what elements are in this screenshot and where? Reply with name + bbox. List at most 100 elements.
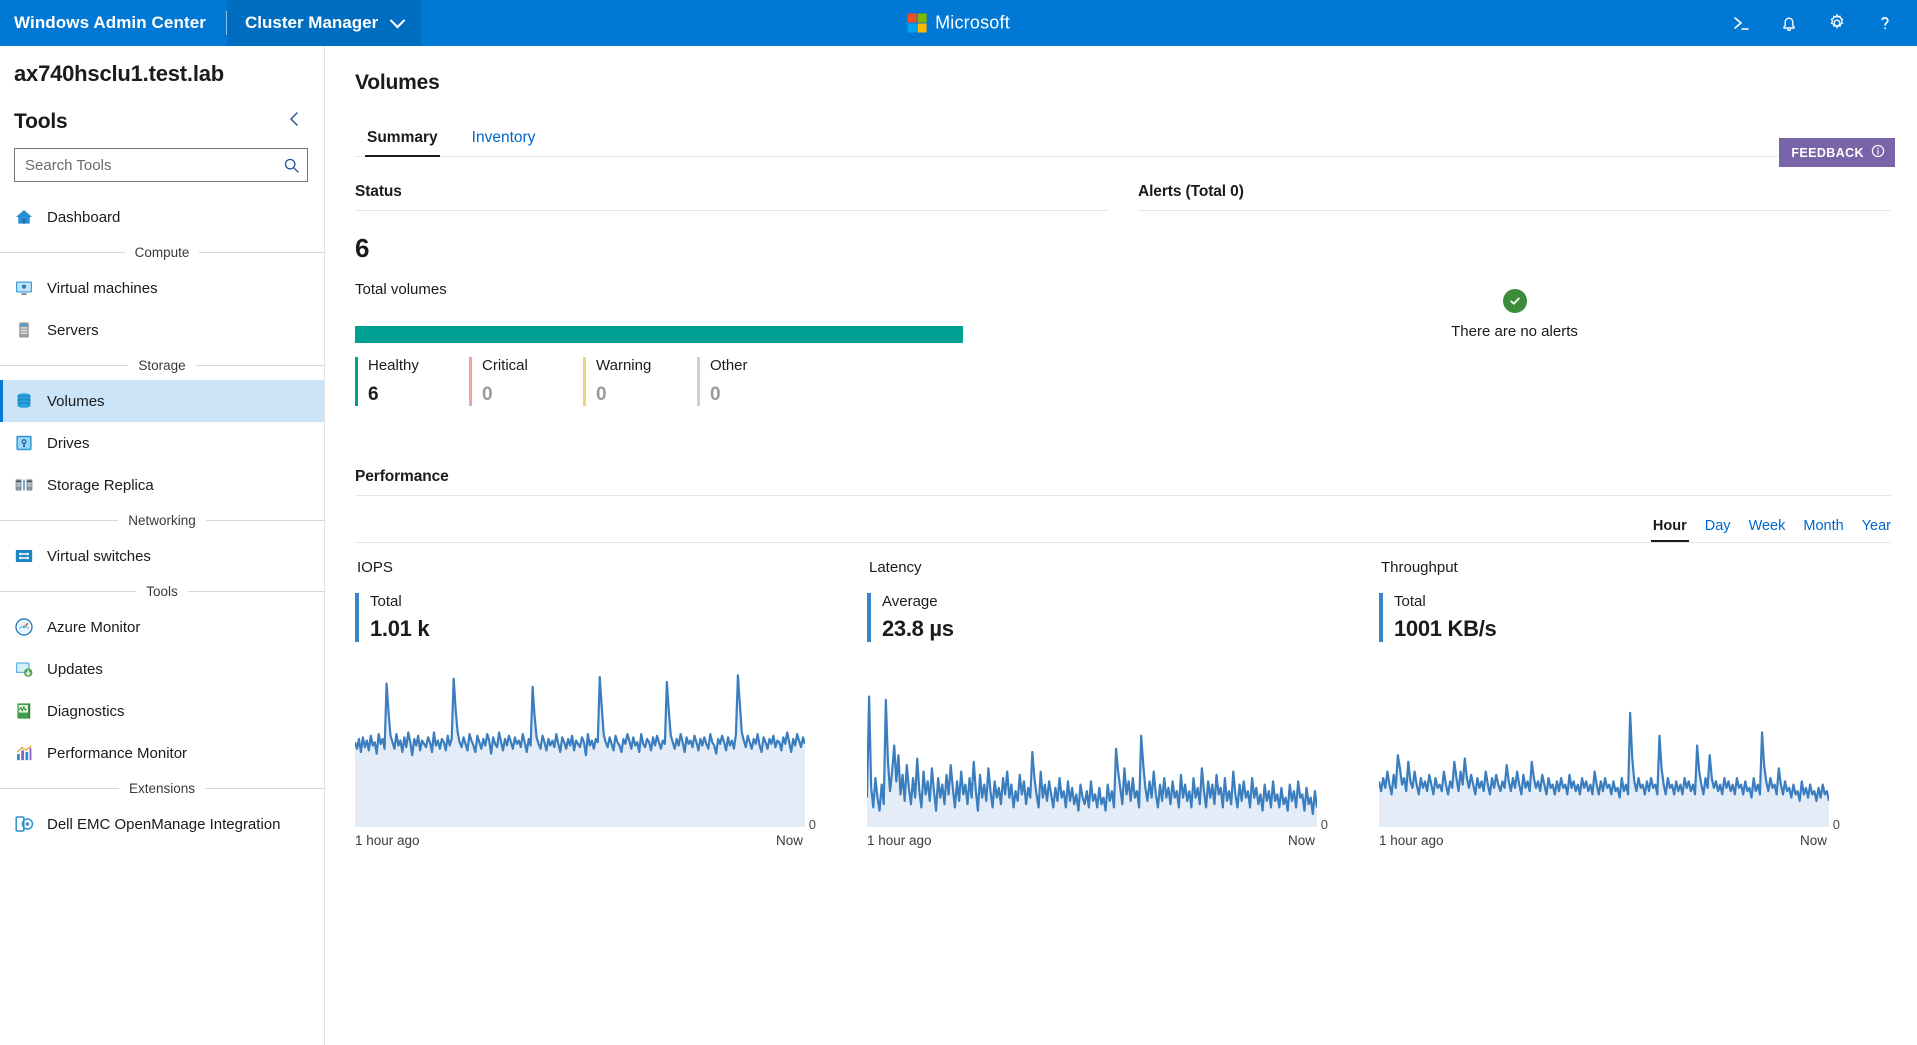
feedback-button[interactable]: FEEDBACK: [1779, 138, 1895, 167]
kpi-accent-bar: [1379, 593, 1383, 642]
status-legend-label: Other: [710, 357, 748, 374]
alerts-panel: Alerts (Total 0) There are no alerts: [1138, 157, 1891, 406]
tab-summary[interactable]: Summary: [357, 125, 448, 157]
nav-group-networking: Networking: [0, 506, 324, 535]
performance-section: Performance Hour Day Week Month Year IOPS Tot…: [325, 468, 1917, 848]
search-icon[interactable]: [275, 157, 307, 174]
nav-item-wrap: Storage Replica: [0, 464, 324, 506]
sidebar-item-azure-monitor[interactable]: Azure Monitor: [0, 606, 324, 648]
health-distribution-bar: [355, 326, 963, 343]
sidebar-item-label: Servers: [47, 321, 99, 339]
green-check-circle-icon: [1502, 289, 1527, 313]
top-app-bar: Windows Admin Center Cluster Manager Mic…: [0, 0, 1917, 46]
sidebar-item-drives[interactable]: Drives: [0, 422, 324, 464]
nav-item-wrap: Dell EMC OpenManage Integration: [0, 803, 324, 845]
divider: [187, 591, 324, 592]
time-range-hour[interactable]: Hour: [1650, 518, 1689, 542]
time-range-month[interactable]: Month: [1803, 518, 1843, 542]
divider: [0, 788, 119, 789]
diagnostics-icon: [14, 701, 34, 721]
info-circle-icon: [1871, 144, 1885, 161]
metric-kpi: Average 23.8 µs: [867, 593, 1317, 642]
tools-heading: Tools: [14, 109, 68, 133]
nav-item-wrap: Performance Monitor: [0, 732, 324, 774]
kpi-accent-bar: [355, 593, 359, 642]
divider: [205, 788, 324, 789]
chart-x-end-label: Now: [1287, 833, 1315, 848]
status-panel: Status 6 Total volumes Healthy 6 Critical 0…: [355, 157, 1108, 406]
monitor-icon: [14, 278, 34, 298]
tab-inventory[interactable]: Inventory: [462, 125, 546, 156]
sidebar-item-virtual-switches[interactable]: Virtual switches: [0, 535, 324, 577]
status-legend-critical: Critical 0: [469, 357, 583, 406]
search-input[interactable]: [15, 149, 275, 181]
search-tools-box[interactable]: [14, 148, 308, 182]
metric-chart-latency[interactable]: 0: [867, 664, 1328, 832]
sidebar-item-label: Virtual machines: [47, 279, 158, 297]
divider: [199, 252, 324, 253]
cluster-name-title: ax740hsclu1.test.lab: [14, 61, 225, 86]
sidebar-item-performance-monitor[interactable]: Performance Monitor: [0, 732, 324, 774]
status-legend-label: Healthy: [368, 357, 419, 374]
switch-icon: [14, 546, 34, 566]
time-range-week[interactable]: Week: [1749, 518, 1786, 542]
divider: [195, 365, 324, 366]
server-icon: [14, 320, 34, 340]
sidebar-item-label: Dell EMC OpenManage Integration: [47, 815, 281, 833]
metric-chart-iops[interactable]: 0: [355, 664, 816, 832]
sidebar-item-servers[interactable]: Servers: [0, 309, 324, 351]
kpi-value: 23.8 µs: [882, 616, 954, 641]
metric-chart-throughput[interactable]: 0: [1379, 664, 1840, 832]
sidebar-item-volumes[interactable]: Volumes: [0, 380, 324, 422]
alerts-empty-state: There are no alerts: [1138, 211, 1891, 340]
microsoft-squares-icon: [907, 13, 927, 33]
chart-x-end-label: Now: [775, 833, 803, 848]
divider: [0, 365, 129, 366]
solution-switcher[interactable]: Cluster Manager: [227, 0, 422, 46]
notifications-bell-icon[interactable]: [1767, 0, 1811, 46]
chart-x-axis-labels: 1 hour ago Now: [1379, 833, 1829, 848]
summary-panels: Status 6 Total volumes Healthy 6 Critical 0…: [325, 157, 1917, 406]
metric-kpi: Total 1.01 k: [355, 593, 805, 642]
sidebar-item-label: Virtual switches: [47, 547, 151, 565]
nav-group-label: Extensions: [128, 781, 196, 796]
chart-x-axis-labels: 1 hour ago Now: [867, 833, 1317, 848]
sidebar-item-diagnostics[interactable]: Diagnostics: [0, 690, 324, 732]
nav-group-extensions: Extensions: [0, 774, 324, 803]
page-tabs: Summary Inventory: [355, 105, 1891, 157]
time-range-year[interactable]: Year: [1862, 518, 1891, 542]
sidebar-item-updates[interactable]: Updates: [0, 648, 324, 690]
updates-icon: [14, 659, 34, 679]
metric-title: Throughput: [1381, 559, 1458, 576]
sidebar-item-dell-emc-openmanage-integration[interactable]: Dell EMC OpenManage Integration: [0, 803, 324, 845]
divider: [0, 591, 137, 592]
gauge-icon: [14, 617, 34, 637]
sidebar-item-dashboard[interactable]: Dashboard: [0, 196, 324, 238]
sidebar-item-label: Dashboard: [47, 208, 121, 226]
kpi-label: Total: [370, 593, 402, 610]
sidebar-item-virtual-machines[interactable]: Virtual machines: [0, 267, 324, 309]
time-range-day[interactable]: Day: [1705, 518, 1731, 542]
tools-nav-list: Dashboard Compute Virtual machines Servers S…: [0, 196, 324, 1045]
alerts-heading: Alerts (Total 0): [1138, 157, 1891, 211]
microsoft-logo: Microsoft: [907, 13, 1010, 34]
nav-item-wrap: Servers: [0, 309, 324, 351]
kpi-accent-bar: [867, 593, 871, 642]
chart-x-start-label: 1 hour ago: [1379, 833, 1444, 848]
sidebar-item-storage-replica[interactable]: Storage Replica: [0, 464, 324, 506]
sidebar-item-label: Performance Monitor: [47, 744, 188, 762]
status-legend-value: 0: [710, 384, 721, 405]
kpi-label: Average: [882, 593, 938, 610]
product-title[interactable]: Windows Admin Center: [0, 13, 226, 33]
sidebar-item-label: Diagnostics: [47, 702, 125, 720]
main-content: FEEDBACK Volumes Summary Inventory Status…: [325, 46, 1917, 1045]
time-range-row: Hour Day Week Month Year: [355, 518, 1891, 542]
help-question-icon[interactable]: [1863, 0, 1907, 46]
settings-gear-icon[interactable]: [1815, 0, 1859, 46]
status-legend-label: Critical: [482, 357, 528, 374]
status-legend-value: 0: [596, 384, 607, 405]
page-title: Volumes: [355, 71, 440, 94]
chevron-left-icon[interactable]: [280, 105, 308, 138]
powershell-icon[interactable]: [1719, 0, 1763, 46]
nav-item-wrap: Updates: [0, 648, 324, 690]
